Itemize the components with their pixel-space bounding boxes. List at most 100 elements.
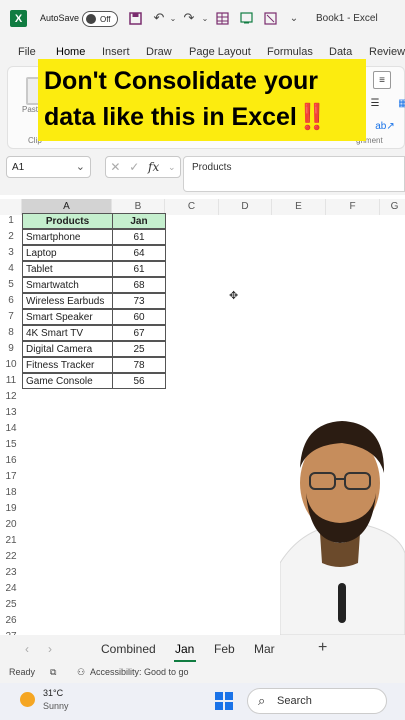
form-icon[interactable] — [213, 9, 231, 27]
table-cell-value[interactable]: 64 — [112, 245, 166, 261]
table-cell-product[interactable]: Smart Speaker — [22, 309, 113, 325]
tab-file[interactable]: File — [18, 46, 36, 58]
table-cell-value[interactable]: 56 — [112, 373, 166, 389]
next-sheet-icon[interactable]: › — [48, 642, 52, 656]
worksheet-grid[interactable]: ABCDEFG 1 2 3 4 5 6 7 8 9 10 11 12 13 14 15 16 17 18 19 20 2… — [0, 195, 405, 635]
row-header[interactable]: 9 — [0, 341, 22, 357]
row-header[interactable]: 20 — [0, 517, 22, 533]
column-header[interactable]: D — [219, 199, 272, 215]
table-cell-value[interactable]: 78 — [112, 357, 166, 373]
row-header[interactable]: 6 — [0, 293, 22, 309]
name-box[interactable]: A1 ⌄ — [6, 156, 91, 178]
sheet-tab-feb[interactable]: Feb — [214, 642, 235, 656]
table-cell-product[interactable]: Smartphone — [22, 229, 113, 245]
macro-record-icon[interactable]: ⧉ — [50, 667, 56, 678]
status-ready: Ready — [9, 667, 36, 677]
table-cell-product[interactable]: 4K Smart TV — [22, 325, 113, 341]
sheet-tab-jan[interactable]: Jan — [175, 642, 194, 656]
table-cell-value[interactable]: 67 — [112, 325, 166, 341]
table-cell-value[interactable]: 73 — [112, 293, 166, 309]
sort-icon[interactable] — [261, 9, 279, 27]
row-header[interactable]: 22 — [0, 549, 22, 565]
merge-center-icon[interactable]: ▦ — [394, 94, 405, 112]
tab-review[interactable]: Review — [369, 46, 405, 58]
tab-home[interactable]: Home — [56, 46, 85, 58]
add-sheet-button[interactable]: + — [318, 639, 327, 657]
column-header[interactable]: C — [165, 199, 219, 215]
tab-formulas[interactable]: Formulas — [267, 46, 313, 58]
table-cell-value[interactable]: 25 — [112, 341, 166, 357]
row-header[interactable]: 24 — [0, 581, 22, 597]
toggle-knob — [86, 14, 96, 24]
table-cell-value[interactable]: 61 — [112, 229, 166, 245]
row-header[interactable]: 13 — [0, 405, 22, 421]
row-header[interactable]: 3 — [0, 245, 22, 261]
row-header[interactable]: 11 — [0, 373, 22, 389]
header-cell-products[interactable]: Products — [22, 213, 113, 229]
table-cell-product[interactable]: Fitness Tracker — [22, 357, 113, 373]
align-left-icon[interactable]: ☰ — [366, 94, 384, 112]
window-title: Book1 - Excel — [316, 13, 378, 24]
row-header[interactable]: 7 — [0, 309, 22, 325]
refresh-icon[interactable] — [237, 9, 255, 27]
row-header[interactable]: 8 — [0, 325, 22, 341]
table-cell-value[interactable]: 61 — [112, 261, 166, 277]
table-cell-product[interactable]: Smartwatch — [22, 277, 113, 293]
row-header[interactable]: 18 — [0, 485, 22, 501]
enter-icon[interactable]: ✓ — [129, 160, 139, 174]
autosave-toggle[interactable]: Off — [82, 11, 118, 27]
windows-start-icon[interactable] — [215, 692, 233, 710]
row-header[interactable]: 2 — [0, 229, 22, 245]
sheet-tab-mar[interactable]: Mar — [254, 642, 275, 656]
table-cell-product[interactable]: Digital Camera — [22, 341, 113, 357]
search-icon: ⌕ — [258, 693, 266, 708]
orientation-icon[interactable]: ab↗ — [375, 117, 395, 135]
formula-input[interactable]: Products — [183, 156, 405, 192]
row-header[interactable]: 26 — [0, 613, 22, 629]
column-header[interactable]: G — [380, 199, 405, 215]
row-header[interactable]: 1 — [0, 213, 22, 229]
customize-toolbar-icon[interactable]: ⌄ — [285, 9, 303, 27]
row-header[interactable]: 5 — [0, 277, 22, 293]
weather-condition: Sunny — [43, 701, 69, 711]
row-header[interactable]: 12 — [0, 389, 22, 405]
tab-insert[interactable]: Insert — [102, 46, 130, 58]
table-cell-product[interactable]: Laptop — [22, 245, 113, 261]
row-header[interactable]: 21 — [0, 533, 22, 549]
column-header[interactable]: F — [326, 199, 380, 215]
row-header[interactable]: 4 — [0, 261, 22, 277]
tab-draw[interactable]: Draw — [146, 46, 172, 58]
taskbar-search[interactable]: ⌕ Search — [247, 688, 387, 714]
table-cell-product[interactable]: Tablet — [22, 261, 113, 277]
table-cell-value[interactable]: 60 — [112, 309, 166, 325]
sheet-tab-combined[interactable]: Combined — [101, 642, 156, 656]
fx-chevron-icon[interactable]: ⌄ — [168, 162, 176, 173]
table-cell-product[interactable]: Game Console — [22, 373, 113, 389]
row-header[interactable]: 17 — [0, 469, 22, 485]
weather-temperature: 31°C — [43, 688, 64, 698]
row-header[interactable]: 14 — [0, 421, 22, 437]
tab-data[interactable]: Data — [329, 46, 352, 58]
prev-sheet-icon[interactable]: ‹ — [25, 642, 29, 656]
row-header[interactable]: 25 — [0, 597, 22, 613]
header-cell-jan[interactable]: Jan — [112, 213, 166, 229]
row-header[interactable]: 16 — [0, 453, 22, 469]
row-header[interactable]: 15 — [0, 437, 22, 453]
redo-dropdown-icon[interactable]: ⌄ — [196, 9, 214, 27]
tab-page-layout[interactable]: Page Layout — [189, 46, 251, 58]
column-header[interactable]: E — [272, 199, 326, 215]
align-top-icon[interactable]: ≡ — [373, 71, 391, 89]
cancel-icon[interactable]: ✕ — [110, 160, 120, 174]
insert-function-icon[interactable]: fx — [148, 160, 159, 174]
table-cell-product[interactable]: Wireless Earbuds — [22, 293, 113, 309]
row-header[interactable]: 10 — [0, 357, 22, 373]
row-header[interactable]: 19 — [0, 501, 22, 517]
sun-weather-icon[interactable] — [20, 692, 35, 707]
save-icon[interactable] — [126, 9, 144, 27]
chevron-down-icon[interactable]: ⌄ — [76, 160, 85, 173]
row-header[interactable]: 23 — [0, 565, 22, 581]
accessibility-status[interactable]: Accessibility: Good to go — [90, 667, 189, 677]
accessibility-icon[interactable]: ⚇ — [77, 667, 85, 678]
status-bar: Ready ⧉ ⚇ Accessibility: Good to go — [0, 663, 405, 681]
table-cell-value[interactable]: 68 — [112, 277, 166, 293]
